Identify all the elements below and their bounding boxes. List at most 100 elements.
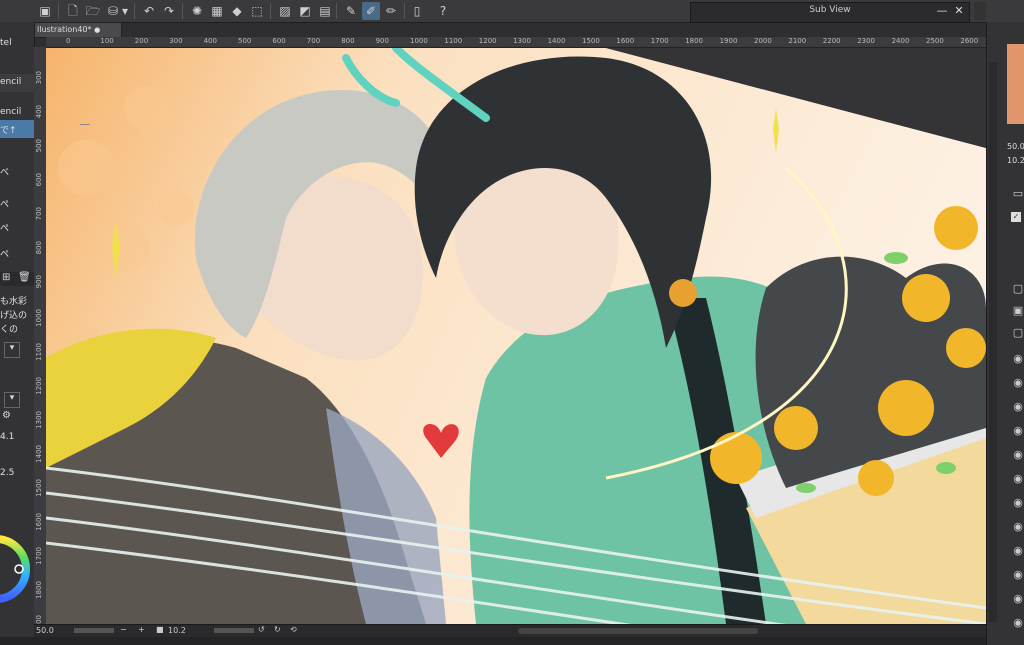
sub-tool-item[interactable]: ぺ [0,218,34,236]
fill-icon[interactable]: ◆ [228,2,246,20]
ruler-tick-label: 1900 [35,615,43,624]
transform-icon[interactable]: ⬚ [248,2,266,20]
selection-icon[interactable]: ▤ [316,2,334,20]
open-folder-icon[interactable]: 🗁 [84,2,102,20]
ruler-tick-label: 1200 [35,377,43,395]
ruler-tick-label: 400 [203,37,217,45]
gradient-icon[interactable]: ◩ [296,2,314,20]
eye-icon[interactable]: ◉ [1011,592,1024,606]
document-tab[interactable]: llustration40* ● [34,22,122,38]
ruler-tick-label: 1300 [35,411,43,429]
ruler-tick-label: 1100 [35,343,43,361]
ruler-tick-label: 1800 [685,37,704,45]
toolbar-divider [58,3,59,19]
minus-icon[interactable]: − [120,625,127,634]
chevron-down-icon[interactable]: ▾ [120,2,130,20]
sub-tool-item[interactable]: ぺ [0,194,34,212]
ruler-tick-label: 1400 [547,37,566,45]
ruler-tick-label: 1600 [616,37,635,45]
layer-type-icon[interactable]: ▢ [1011,282,1024,296]
crosshair-cursor [80,124,90,135]
panel-toggle[interactable] [974,2,986,20]
horizontal-scrollbar[interactable] [518,628,758,634]
pen-icon[interactable]: ✎ [342,2,360,20]
ruler-tick-label: 1900 [719,37,738,45]
settings-icon[interactable]: ⚙ [2,410,11,421]
close-tab-icon[interactable]: ● [94,26,100,34]
eye-icon[interactable]: ◉ [1011,496,1024,510]
angle-slider[interactable] [214,628,254,633]
redo-icon[interactable]: ↷ [160,2,178,20]
eye-icon[interactable]: ◉ [1011,448,1024,462]
ruler-tick-label: 1000 [410,37,428,45]
plus-icon[interactable]: + [138,625,145,634]
hair-ornament [669,279,697,307]
eye-icon[interactable]: ◉ [1011,400,1024,414]
navigator-thumbnail[interactable] [1007,44,1024,124]
ruler-tick-label: 1700 [650,37,669,45]
sub-tool-item[interactable]: ペ [0,244,34,262]
ruler-tick-label: 1000 [35,309,43,327]
expand-icon[interactable]: ▾ [4,342,20,358]
ruler-tick-label: 1200 [478,37,497,45]
ruler-tick-label: 500 [35,139,43,153]
checkbox-icon[interactable]: ✓ [1011,212,1021,222]
reset-icon[interactable]: ⟲ [290,625,297,634]
ruler-tick-label: 1300 [513,37,532,45]
layer-icon[interactable]: ▭ [1011,187,1024,201]
expand-icon[interactable]: ▾ [4,392,20,408]
zoom-slider[interactable] [74,628,114,633]
zoom-value[interactable]: 50.0 [36,626,54,635]
setting-value: 2.5 [0,468,15,478]
angle-value[interactable]: 10.2 [168,626,186,635]
minimize-icon[interactable]: — [935,4,949,18]
rotate-left-icon[interactable]: ↺ [258,625,265,634]
toolbar-divider [336,3,337,19]
eye-icon[interactable]: ◉ [1011,376,1024,390]
eye-icon[interactable]: ◉ [1011,424,1024,438]
eye-icon[interactable]: ◉ [1011,520,1024,534]
device-icon[interactable]: ▯ [408,2,426,20]
canvas-area[interactable] [46,48,986,624]
sub-tool-item-selected[interactable]: で↑ [0,120,34,138]
ruler-tick-label: 1100 [444,37,463,45]
layer-type-icon[interactable]: ▢ [1011,326,1024,340]
clear-icon[interactable]: ▦ [208,2,226,20]
eye-icon[interactable]: ◉ [1011,544,1024,558]
new-file-icon[interactable]: 🗋 [64,2,82,20]
sub-tool-item[interactable]: べ [0,162,34,180]
ruler-tick-label: 2500 [926,37,944,45]
navigator-angle-value: 10.2 [1007,156,1024,165]
ruler-tick-label: 2100 [788,37,807,45]
help-icon[interactable]: ? [434,2,452,20]
ruler-tick-label: 900 [375,37,389,45]
ruler-tick-label: 800 [35,241,43,255]
toolbar-divider [404,3,405,19]
eye-icon[interactable]: ◉ [1011,568,1024,582]
eye-icon[interactable]: ◉ [1011,352,1024,366]
ruler-tick-label: 0 [66,37,71,45]
ruler-tick-label: 1700 [35,547,43,565]
app-icon[interactable]: ▣ [36,2,54,20]
sub-view-panel: Sub View — ✕ [690,2,970,23]
ruler-tick-label: 1500 [35,479,43,497]
eraser-icon[interactable]: ✏ [382,2,400,20]
stop-icon[interactable]: ■ [156,625,164,634]
delete-icon[interactable]: 🗑 [18,272,31,283]
new-sub-tool-icon[interactable]: ⊞ [2,272,10,283]
layer-label: も水彩 [0,297,28,307]
ruler-icon[interactable]: ▨ [276,2,294,20]
close-icon[interactable]: ✕ [952,4,966,18]
sub-tool-item[interactable]: encil [0,74,34,92]
loading-icon[interactable]: ✺ [188,2,206,20]
layer-type-icon[interactable]: ▣ [1011,304,1024,318]
toolbar-divider [270,3,271,19]
brush-icon[interactable]: ✐ [362,2,380,20]
ruler-tick-label: 200 [134,37,149,45]
eye-icon[interactable]: ◉ [1011,472,1024,486]
panel-scrollbar[interactable] [989,62,997,622]
rotate-right-icon[interactable]: ↻ [274,625,281,634]
color-wheel[interactable] [0,514,34,624]
eye-icon[interactable]: ◉ [1011,616,1024,630]
undo-icon[interactable]: ↶ [140,2,158,20]
